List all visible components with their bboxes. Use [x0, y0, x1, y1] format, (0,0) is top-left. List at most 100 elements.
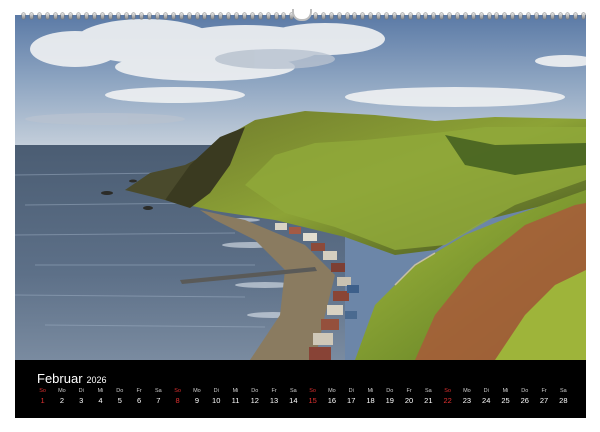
binding-ring	[574, 13, 578, 19]
weekday-label: Di	[78, 388, 84, 394]
weekday-label: Mi	[232, 388, 239, 394]
binding-ring	[148, 13, 152, 19]
binding-ring	[93, 13, 97, 19]
day-cell: Mo 9	[187, 387, 206, 411]
binding-ring	[479, 13, 483, 19]
weekday-label: Di	[483, 388, 489, 394]
day-number: 4	[98, 396, 103, 405]
day-number: 2	[59, 396, 64, 405]
binding-ring	[85, 13, 89, 19]
weekday-label: Do	[251, 388, 259, 394]
weekday-label: Do	[521, 388, 529, 394]
day-number: 8	[175, 396, 180, 405]
binding-ring	[29, 13, 33, 19]
weekday-label: So	[39, 388, 46, 394]
weekday-label: Fr	[406, 388, 412, 394]
month-title: Februar 2026	[37, 371, 107, 386]
binding-ring	[258, 13, 262, 19]
binding-ring	[61, 13, 65, 19]
day-number: 27	[539, 396, 549, 405]
binding-ring	[116, 13, 120, 19]
binding-ring	[558, 13, 562, 19]
binding-ring	[45, 13, 49, 19]
day-cell: Mi 25	[496, 387, 515, 411]
day-number: 28	[559, 396, 568, 405]
binding-ring	[124, 13, 128, 19]
day-cell: Fr 27	[534, 387, 553, 411]
day-cell: So 8	[168, 387, 187, 411]
day-cell: Sa 28	[554, 387, 573, 411]
day-number: 24	[482, 396, 491, 405]
binding-ring	[266, 13, 270, 19]
weekday-label: Sa	[424, 388, 432, 394]
day-number: 17	[347, 396, 356, 405]
weekday-label: Mo	[328, 388, 336, 394]
calendar-bar: Februar 2026 So 1 Mo 2 Di 3 Mi 4 Do 5 Fr 6 Sa 7 So 8 Mo 9 D…	[15, 360, 586, 418]
binding-ring	[219, 13, 223, 19]
binding-ring	[179, 13, 183, 19]
coastal-village-photo	[15, 15, 586, 360]
day-cell: Mi 18	[361, 387, 380, 411]
binding-ring	[542, 13, 546, 19]
binding-ring	[369, 13, 373, 19]
landscape-image	[15, 15, 586, 360]
calendar-page: Februar 2026 So 1 Mo 2 Di 3 Mi 4 Do 5 Fr 6 Sa 7 So 8 Mo 9 D…	[0, 0, 600, 432]
binding-ring	[503, 13, 507, 19]
day-cell: Di 3	[72, 387, 91, 411]
binding-ring	[211, 13, 215, 19]
day-cell: Do 12	[245, 387, 264, 411]
weekday-label: Mi	[367, 388, 374, 394]
binding-ring	[353, 13, 357, 19]
binding-ring	[408, 13, 412, 19]
binding-ring	[377, 13, 381, 19]
day-number: 18	[366, 396, 375, 405]
binding-ring	[582, 13, 586, 19]
day-number: 22	[443, 396, 452, 405]
binding-ring	[392, 13, 396, 19]
binding-ring	[274, 13, 278, 19]
weekday-label: Fr	[271, 388, 277, 394]
binding-ring	[400, 13, 404, 19]
day-cell: So 22	[438, 387, 457, 411]
day-cell: Sa 21	[419, 387, 438, 411]
day-cell: Di 10	[207, 387, 226, 411]
binding-ring	[321, 13, 325, 19]
weekday-label: So	[444, 388, 451, 394]
binding-ring	[69, 13, 73, 19]
weekday-label: Fr	[136, 388, 142, 394]
binding-ring	[440, 13, 444, 19]
day-number: 9	[194, 396, 199, 405]
day-number: 3	[79, 396, 84, 405]
binding-ring	[463, 13, 467, 19]
day-number: 16	[327, 396, 337, 405]
binding-ring	[37, 13, 41, 19]
day-cell: Mo 23	[457, 387, 476, 411]
day-number: 10	[212, 396, 221, 405]
binding-ring	[77, 13, 81, 19]
binding-ring	[140, 13, 144, 19]
binding-ring	[156, 13, 160, 19]
weekday-label: So	[309, 388, 316, 394]
day-cell: Mo 2	[52, 387, 71, 411]
day-grid: So 1 Mo 2 Di 3 Mi 4 Do 5 Fr 6 Sa 7 So 8 Mo 9 Di 10 Mi 11 Do 12 F…	[33, 387, 573, 411]
binding-ring	[448, 13, 452, 19]
binding-ring	[242, 13, 246, 19]
day-number: 7	[156, 396, 161, 405]
binding-ring	[227, 13, 231, 19]
binding-ring	[235, 13, 239, 19]
weekday-label: Mo	[58, 388, 66, 394]
weekday-label: Mo	[193, 388, 201, 394]
weekday-label: Mi	[97, 388, 104, 394]
binding-ring	[313, 13, 317, 19]
binding-ring	[195, 13, 199, 19]
binding-ring	[534, 13, 538, 19]
binding-ring	[495, 13, 499, 19]
day-cell: Mi 4	[91, 387, 110, 411]
binding-ring	[171, 13, 175, 19]
weekday-label: Di	[348, 388, 354, 394]
binding-ring	[187, 13, 191, 19]
day-cell: Mo 16	[322, 387, 341, 411]
day-cell: Sa 14	[284, 387, 303, 411]
binding-ring	[416, 13, 420, 19]
binding-ring	[384, 13, 388, 19]
